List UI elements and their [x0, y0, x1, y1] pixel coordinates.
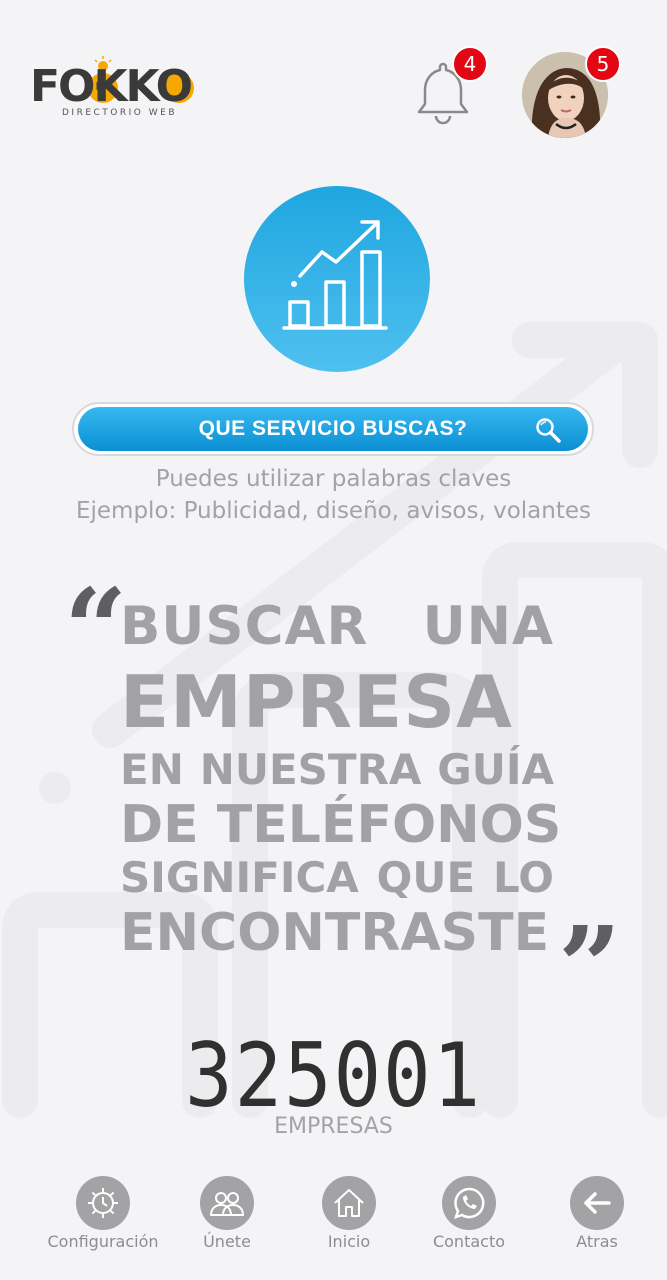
logo-badge: MI	[95, 80, 111, 93]
nav-item-atras[interactable]: Atras	[536, 1176, 656, 1256]
arrow-left-icon	[584, 1192, 611, 1214]
nav-circle	[200, 1176, 254, 1230]
companies-counter-label: EMPRESAS	[274, 1114, 393, 1139]
nav-circle	[322, 1176, 376, 1230]
search-icon	[536, 418, 561, 443]
nav-circle	[442, 1176, 496, 1230]
open-quote-icon: “	[64, 564, 128, 693]
nav-label: Contacto	[432, 1232, 506, 1251]
search-button-label: QUE SERVICIO BUSCAS?	[198, 417, 468, 440]
nav-circle	[570, 1176, 624, 1230]
nav-item-inicio[interactable]: Inicio	[288, 1176, 408, 1256]
whatsapp-icon	[454, 1187, 485, 1219]
close-quote-icon: ”	[558, 902, 622, 1031]
quote-line-5: SIGNIFICA QUE LO	[120, 853, 554, 902]
nav-item-unete[interactable]: Únete	[166, 1176, 286, 1256]
nav-label: Configuración	[47, 1232, 159, 1251]
quote-line-6: ENCONTRASTE	[120, 903, 550, 963]
quote-line-2: EMPRESA	[120, 660, 513, 744]
gear-clock-icon	[88, 1188, 118, 1218]
companies-counter: 325001	[185, 1024, 482, 1127]
home-icon	[334, 1189, 364, 1217]
brand-logo[interactable]: FOKKO MI DIRECTORIO WEB	[30, 52, 210, 122]
quote-line-4: DE TELÉFONOS	[120, 795, 562, 855]
search-hint-line2: Ejemplo: Publicidad, diseño, avisos, vol…	[75, 498, 592, 524]
nav-label: Atras	[576, 1232, 618, 1251]
notifications-badge: 4	[452, 46, 488, 82]
search-hint-line1: Puedes utilizar palabras claves	[155, 466, 512, 492]
growth-chart-icon	[282, 220, 388, 330]
quote-line-1: BUSCAR UNA	[120, 596, 554, 657]
app-screen: FOKKO MI DIRECTORIO WEB 4 5 QUE SERVICIO…	[0, 0, 667, 1280]
profile-badge: 5	[585, 46, 621, 82]
logo-subtitle: DIRECTORIO WEB	[62, 108, 178, 118]
search-button[interactable]: QUE SERVICIO BUSCAS?	[78, 407, 588, 451]
nav-label: Inicio	[327, 1232, 371, 1251]
nav-item-configuracion[interactable]: Configuración	[42, 1176, 162, 1256]
users-icon	[209, 1192, 245, 1216]
nav-circle	[76, 1176, 130, 1230]
nav-item-contacto[interactable]: Contacto	[408, 1176, 528, 1256]
growth-chart-badge	[244, 186, 430, 372]
nav-label: Únete	[203, 1232, 251, 1251]
quote-line-3: EN NUESTRA GUÍA	[120, 745, 554, 794]
